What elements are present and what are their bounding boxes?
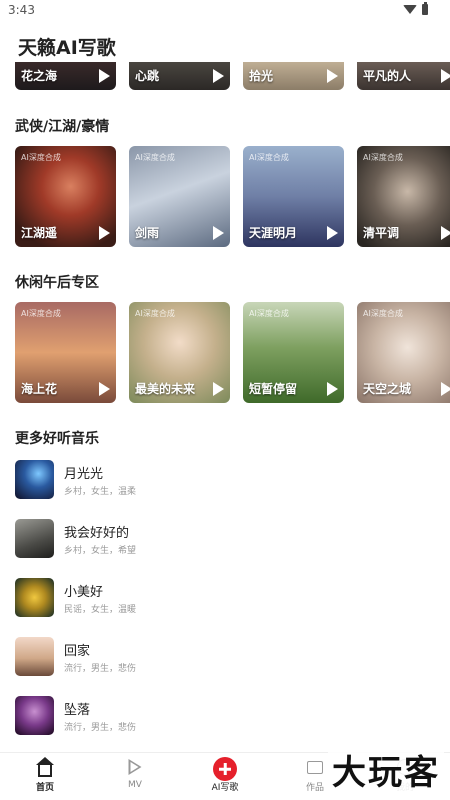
song-card[interactable]: AI深度合成 短暂停留: [243, 302, 344, 403]
card-title: 心跳: [135, 69, 160, 83]
content-scroll[interactable]: 花之海 心跳 拾光 平凡的人 武侠/江湖/豪情 AI深度合成 江湖遥 AI深度合…: [0, 62, 450, 752]
list-tags: 乡村，女生，温柔: [64, 487, 137, 497]
nav-item-ai-write[interactable]: AI写歌: [180, 753, 270, 800]
section-card-row: AI深度合成 海上花 AI深度合成 最美的未来 AI深度合成 短暂停留 AI深度…: [15, 302, 450, 403]
card-title: 花之海: [21, 69, 58, 83]
card-title: 清平调: [363, 226, 400, 240]
song-card[interactable]: AI深度合成 海上花: [15, 302, 116, 403]
battery-icon: [422, 2, 428, 15]
song-card[interactable]: 拾光: [243, 62, 344, 90]
list-title: 我会好好的: [64, 526, 130, 541]
home-icon: [36, 757, 54, 777]
play-outline-icon: [128, 759, 142, 775]
song-card[interactable]: AI深度合成 最美的未来: [129, 302, 230, 403]
list-item[interactable]: 月光光 乡村，女生，温柔: [15, 460, 435, 502]
play-icon[interactable]: [441, 69, 450, 83]
top-strip-row: 花之海 心跳 拾光 平凡的人: [15, 62, 450, 90]
nav-item-mv[interactable]: MV: [90, 753, 180, 800]
card-title: 平凡的人: [363, 69, 412, 83]
nav-label: AI写歌: [211, 783, 239, 793]
card-tag: AI深度合成: [21, 153, 61, 162]
list-item[interactable]: 我会好好的 乡村，女生，希望: [15, 519, 435, 561]
play-icon[interactable]: [99, 69, 110, 83]
folder-icon: [307, 761, 323, 774]
list-tags: 流行，男生，悲伤: [64, 723, 137, 733]
song-card[interactable]: AI深度合成 清平调: [357, 146, 450, 247]
status-icons: [403, 2, 428, 15]
list-title: 月光光: [64, 467, 104, 482]
card-title: 海上花: [21, 382, 58, 396]
card-tag: AI深度合成: [249, 153, 289, 162]
list-title: 小美好: [64, 585, 104, 600]
list-tags: 乡村，女生，希望: [64, 546, 137, 556]
play-icon[interactable]: [99, 382, 110, 396]
play-icon[interactable]: [441, 382, 450, 396]
app-title: 天籁AI写歌: [18, 37, 116, 59]
play-icon[interactable]: [327, 382, 338, 396]
play-icon[interactable]: [213, 69, 224, 83]
song-card[interactable]: AI深度合成 江湖遥: [15, 146, 116, 247]
card-title: 拾光: [249, 69, 274, 83]
song-card[interactable]: 花之海: [15, 62, 116, 90]
song-card[interactable]: AI深度合成 天涯明月: [243, 146, 344, 247]
song-card[interactable]: 心跳: [129, 62, 230, 90]
list-title: 回家: [64, 644, 91, 659]
song-card[interactable]: AI深度合成 剑雨: [129, 146, 230, 247]
list-item[interactable]: 坠落 流行，男生，悲伤: [15, 696, 435, 738]
play-icon[interactable]: [213, 382, 224, 396]
nav-label: MV: [128, 780, 142, 790]
play-icon[interactable]: [327, 226, 338, 240]
card-title: 剑雨: [135, 226, 160, 240]
nav-label: 首页: [35, 783, 54, 793]
play-icon[interactable]: [99, 226, 110, 240]
section-title: 休闲午后专区: [15, 275, 99, 291]
list-tags: 民谣，女生，温暖: [64, 605, 137, 615]
play-icon[interactable]: [213, 226, 224, 240]
list-tags: 流行，男生，悲伤: [64, 664, 137, 674]
card-tag: AI深度合成: [21, 309, 61, 318]
list-thumbnail: [15, 578, 54, 617]
list-item[interactable]: 小美好 民谣，女生，温暖: [15, 578, 435, 620]
song-card[interactable]: AI深度合成 天空之城: [357, 302, 450, 403]
card-tag: AI深度合成: [135, 153, 175, 162]
card-tag: AI深度合成: [135, 309, 175, 318]
card-title: 天空之城: [363, 382, 412, 396]
list-title: 坠落: [64, 703, 91, 718]
play-icon[interactable]: [441, 226, 450, 240]
list-item[interactable]: 回家 流行，男生，悲伤: [15, 637, 435, 679]
section-title: 武侠/江湖/豪情: [15, 119, 110, 135]
list-thumbnail: [15, 519, 54, 558]
list-thumbnail: [15, 460, 54, 499]
list-thumbnail: [15, 637, 54, 676]
card-title: 最美的未来: [135, 382, 196, 396]
watermark: 大玩客: [328, 745, 444, 794]
card-tag: AI深度合成: [249, 309, 289, 318]
nav-item-home[interactable]: 首页: [0, 753, 90, 800]
card-title: 江湖遥: [21, 226, 58, 240]
song-card[interactable]: 平凡的人: [357, 62, 450, 90]
status-bar: 3:43: [0, 0, 450, 22]
play-icon[interactable]: [327, 69, 338, 83]
card-title: 短暂停留: [249, 382, 298, 396]
section-card-row: AI深度合成 江湖遥 AI深度合成 剑雨 AI深度合成 天涯明月 AI深度合成 …: [15, 146, 450, 247]
card-tag: AI深度合成: [363, 153, 403, 162]
card-tag: AI深度合成: [363, 309, 403, 318]
status-time: 3:43: [8, 3, 35, 17]
section-title: 更多好听音乐: [15, 431, 99, 447]
card-title: 天涯明月: [249, 226, 298, 240]
list-thumbnail: [15, 696, 54, 735]
wifi-icon: [403, 5, 417, 14]
add-circle-icon: [213, 757, 237, 781]
